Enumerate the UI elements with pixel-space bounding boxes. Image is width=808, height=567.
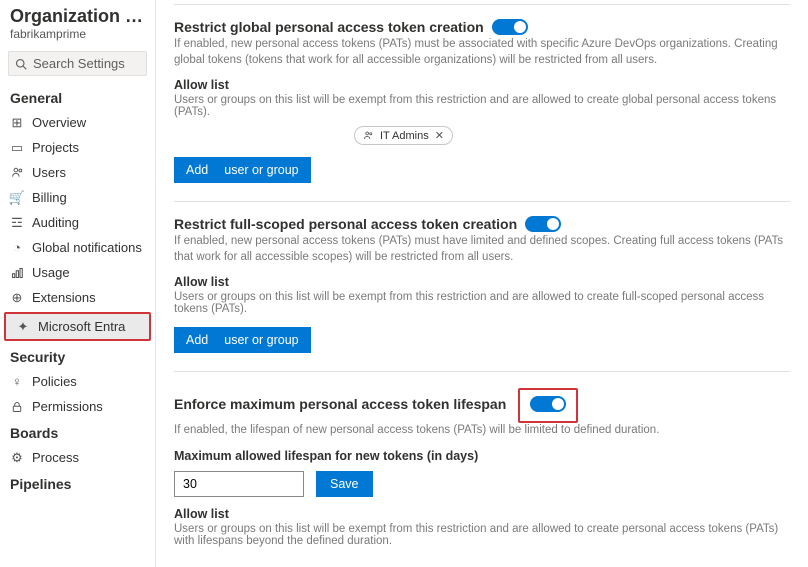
add-user-button[interactable]: Add user or group [174, 327, 311, 353]
sidebar-item-overview[interactable]: ⊞Overview [0, 110, 155, 135]
sidebar-item-usage[interactable]: Usage [0, 260, 155, 285]
process-icon: ⚙ [10, 451, 24, 465]
sidebar-item-process[interactable]: ⚙Process [0, 445, 155, 470]
lifespan-field-label: Maximum allowed lifespan for new tokens … [174, 449, 790, 463]
permissions-icon [10, 400, 24, 414]
group-general: General [0, 84, 155, 110]
section-desc: If enabled, new personal access tokens (… [174, 234, 790, 265]
group-icon [363, 130, 374, 141]
org-name: fabrikamprime [0, 27, 155, 47]
allow-list-desc: Users or groups on this list will be exe… [174, 291, 790, 315]
bell-icon: ◔ [10, 241, 24, 255]
sidebar-item-billing[interactable]: 🛒Billing [0, 185, 155, 210]
allow-list-title: Allow list [174, 275, 790, 289]
projects-icon: ▭ [10, 141, 24, 155]
search-icon [15, 58, 27, 70]
group-boards: Boards [0, 419, 155, 445]
section-restrict-global: Restrict global personal access token cr… [174, 4, 790, 183]
search-input[interactable]: Search Settings [8, 51, 147, 76]
highlight-entra: ✦Microsoft Entra [4, 312, 151, 341]
section-title: Restrict full-scoped personal access tok… [174, 216, 517, 232]
content-pane: Restrict global personal access token cr… [156, 0, 808, 567]
billing-icon: 🛒 [10, 191, 24, 205]
section-desc: If enabled, new personal access tokens (… [174, 37, 790, 68]
sidebar: Organization S… fabrikamprime Search Set… [0, 0, 156, 567]
sidebar-item-policies[interactable]: ♀Policies [0, 369, 155, 394]
section-title: Restrict global personal access token cr… [174, 19, 484, 35]
auditing-icon: ☲ [10, 216, 24, 230]
grid-icon: ⊞ [10, 116, 24, 130]
sidebar-item-permissions[interactable]: Permissions [0, 394, 155, 419]
sidebar-item-auditing[interactable]: ☲Auditing [0, 210, 155, 235]
toggle-restrict-scoped[interactable] [525, 216, 561, 232]
toggle-lifespan[interactable] [530, 396, 566, 412]
page-title: Organization S… [0, 4, 155, 27]
sidebar-item-global-notifications[interactable]: ◔Global notifications [0, 235, 155, 260]
group-security: Security [0, 343, 155, 369]
allow-list-chip[interactable]: IT Admins ✕ [354, 126, 453, 145]
allow-list-title: Allow list [174, 507, 790, 521]
section-restrict-scoped: Restrict full-scoped personal access tok… [174, 201, 790, 353]
sidebar-item-microsoft-entra[interactable]: ✦Microsoft Entra [6, 314, 149, 339]
toggle-restrict-global[interactable] [492, 19, 528, 35]
usage-icon [10, 266, 24, 280]
lifespan-input[interactable] [174, 471, 304, 497]
allow-list-title: Allow list [174, 78, 790, 92]
allow-list-desc: Users or groups on this list will be exe… [174, 523, 790, 547]
save-button[interactable]: Save [316, 471, 373, 497]
add-user-button[interactable]: Add user or group [174, 157, 311, 183]
extensions-icon: ⊕ [10, 291, 24, 305]
section-lifespan: Enforce maximum personal access token li… [174, 371, 790, 547]
sidebar-item-extensions[interactable]: ⊕Extensions [0, 285, 155, 310]
group-pipelines: Pipelines [0, 470, 155, 496]
search-placeholder: Search Settings [33, 56, 125, 71]
users-icon [10, 166, 24, 180]
section-desc: If enabled, the lifespan of new personal… [174, 423, 790, 439]
allow-list-desc: Users or groups on this list will be exe… [174, 94, 790, 118]
section-title: Enforce maximum personal access token li… [174, 396, 506, 412]
sidebar-item-users[interactable]: Users [0, 160, 155, 185]
highlight-toggle [518, 388, 578, 423]
policies-icon: ♀ [10, 375, 24, 389]
sidebar-item-projects[interactable]: ▭Projects [0, 135, 155, 160]
close-icon[interactable]: ✕ [435, 129, 444, 142]
entra-icon: ✦ [16, 320, 30, 334]
